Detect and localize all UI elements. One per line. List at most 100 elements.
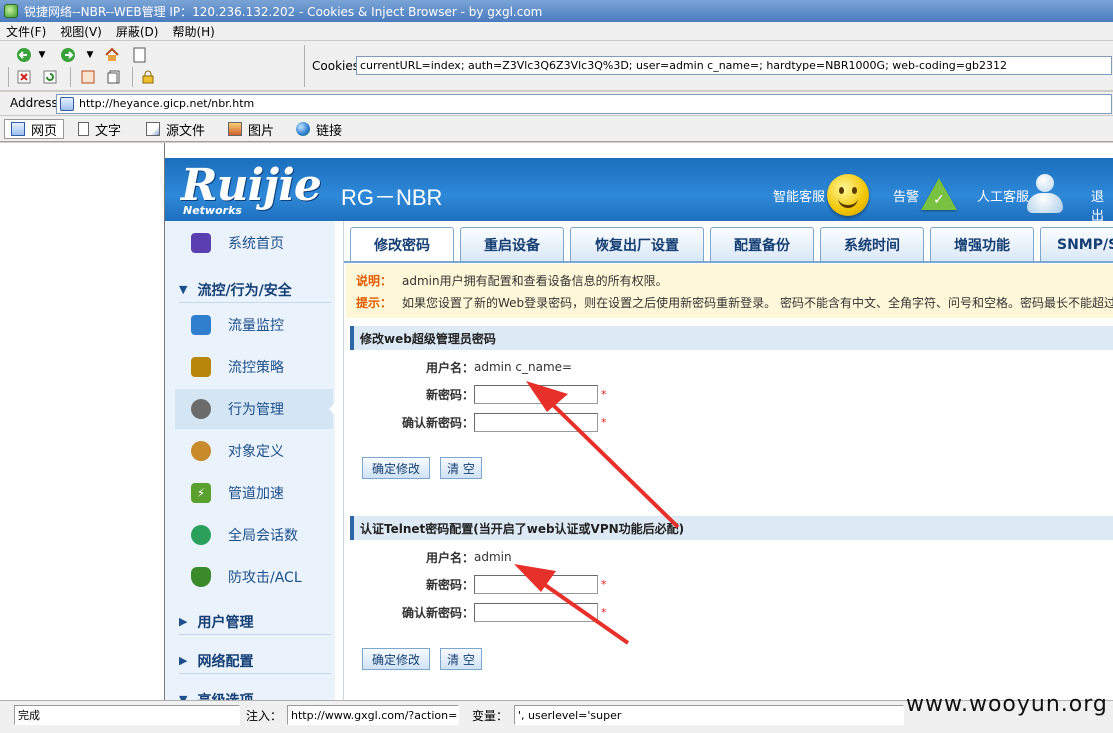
chat-icon (191, 525, 211, 545)
required-mark: * (601, 387, 607, 401)
nav-item-session[interactable]: 全局会话数 (175, 515, 333, 555)
back-dropdown-icon[interactable]: ▼ (34, 47, 50, 63)
menu-view[interactable]: 视图(V) (60, 23, 102, 40)
nav-item-acl[interactable]: 防攻击/ACL (175, 557, 333, 597)
required-mark: * (601, 605, 607, 619)
page-icon[interactable] (132, 47, 148, 63)
address-label: Address: (10, 96, 62, 110)
note-label: 说明： (356, 274, 393, 288)
telnet-confirm-button[interactable]: 确定修改 (362, 648, 430, 670)
tab-snmp[interactable]: SNMP/S (1040, 227, 1113, 261)
menu-file[interactable]: 文件(F) (6, 23, 46, 40)
tab-reboot[interactable]: 重启设备 (460, 227, 564, 261)
forward-dropdown-icon[interactable]: ▼ (82, 47, 98, 63)
back-icon[interactable] (16, 47, 32, 63)
view-tab-webpage[interactable]: 网页 (4, 119, 65, 139)
nav-group-label: 网络配置 (197, 653, 254, 670)
nav-group-flow[interactable]: ▼ 流控/行为/安全 (179, 277, 331, 303)
menu-help[interactable]: 帮助(H) (172, 23, 214, 40)
behavior-icon (191, 399, 211, 419)
app-icon (4, 4, 18, 18)
link-icon (296, 122, 310, 136)
webpage-icon (11, 122, 25, 136)
nav-item-home[interactable]: 系统首页 (175, 223, 333, 263)
view-tab-image[interactable]: 图片 (222, 119, 280, 139)
alarm-link[interactable]: 告警 (893, 186, 919, 205)
nav-item-traffic[interactable]: 流量监控 (175, 305, 333, 345)
inject-input[interactable]: http://www.gxgl.com/?action=show (287, 705, 459, 725)
product-name: RG－NBR (341, 185, 443, 210)
home-icon[interactable] (104, 47, 120, 63)
ruijie-logo-sub: Networks (183, 204, 242, 217)
left-blank-panel (0, 143, 165, 700)
new-password-input[interactable] (474, 384, 598, 404)
nav-item-label: 管道加速 (228, 486, 284, 502)
expanded-arrow-icon: ▼ (179, 283, 188, 296)
new-password-label: 新密码： (425, 387, 474, 402)
nav-item-label: 对象定义 (228, 444, 284, 460)
copy-icon[interactable] (80, 69, 96, 85)
web-confirm-password-row: 确认新密码： * (344, 412, 607, 432)
nav-group-users[interactable]: ▶ 用户管理 (179, 609, 331, 635)
webview: Ruijie Networks RG－NBR 智能客服 告警 ✓ 人工客服 退出… (165, 143, 1113, 700)
stop-icon[interactable] (16, 69, 32, 85)
lock-icon[interactable] (140, 69, 156, 85)
address-input[interactable]: http://heyance.gicp.net/nbr.htm (56, 94, 1112, 114)
confirm-password-label: 确认新密码： (401, 605, 474, 620)
required-mark: * (601, 577, 607, 591)
nav-item-behavior[interactable]: 行为管理 (175, 389, 333, 429)
tab-change-password[interactable]: 修改密码 (350, 227, 454, 262)
script-icon[interactable] (106, 69, 122, 85)
nav-item-policy[interactable]: 流控策略 (175, 347, 333, 387)
lightning-icon: ⚡ (191, 483, 211, 503)
view-tab-source[interactable]: 源文件 (140, 119, 211, 139)
nav-item-pipe[interactable]: ⚡ 管道加速 (175, 473, 333, 513)
web-confirm-button[interactable]: 确定修改 (362, 457, 430, 479)
smiley-icon[interactable] (827, 174, 869, 216)
side-nav: 系统首页 ▼ 流控/行为/安全 流量监控 流控策略 行为管理 对象定义 ⚡ 管道… (165, 221, 335, 700)
tab-config-backup[interactable]: 配置备份 (710, 227, 814, 261)
check-icon: ✓ (933, 192, 945, 208)
web-password-section-title: 修改web超级管理员密码 (350, 326, 1113, 350)
person-icon[interactable] (1027, 174, 1063, 216)
status-text: 完成 (14, 705, 240, 725)
view-tabs: 网页 文字 源文件 图片 链接 (0, 116, 1113, 142)
nav-item-object[interactable]: 对象定义 (175, 431, 333, 471)
forward-icon[interactable] (60, 47, 76, 63)
text-icon (78, 122, 89, 136)
tab-system-time[interactable]: 系统时间 (820, 227, 924, 261)
username-value: admin c_name= (474, 360, 573, 374)
variable-input[interactable]: ', userlevel='super (514, 705, 904, 725)
web-clear-button[interactable]: 清 空 (440, 457, 482, 479)
web-new-password-row: 新密码： * (344, 384, 607, 404)
logout-link[interactable]: 退出 (1091, 186, 1113, 224)
refresh-icon[interactable] (42, 69, 58, 85)
telnet-clear-button[interactable]: 清 空 (440, 648, 482, 670)
chart-icon (191, 315, 211, 335)
cookies-input[interactable]: currentURL=index; auth=Z3Vlc3Q6Z3Vlc3Q%3… (356, 56, 1112, 75)
policy-icon (191, 357, 211, 377)
telnet-confirm-password-row: 确认新密码： * (344, 602, 607, 622)
image-icon (228, 122, 242, 136)
confirm-password-input[interactable] (474, 412, 598, 432)
view-tab-text[interactable]: 文字 (72, 119, 127, 139)
nav-item-label: 流控策略 (228, 360, 284, 376)
tab-factory-reset[interactable]: 恢复出厂设置 (570, 227, 704, 261)
username-value: admin (474, 550, 512, 564)
human-service-link[interactable]: 人工客服 (977, 186, 1029, 205)
source-icon (146, 122, 160, 136)
smart-service-link[interactable]: 智能客服 (773, 186, 825, 205)
menu-block[interactable]: 屏蔽(D) (116, 23, 159, 40)
collapsed-arrow-icon: ▶ (179, 615, 188, 628)
watermark: www.wooyun.org (906, 692, 1108, 717)
telnet-confirm-password-input[interactable] (474, 602, 598, 622)
window-title: 锐捷网络--NBR--WEB管理 IP：120.236.132.202 - Co… (24, 4, 543, 19)
nav-group-label: 用户管理 (197, 614, 254, 631)
nav-group-advanced[interactable]: ▼ 高级选项 (179, 687, 331, 701)
telnet-new-password-input[interactable] (474, 574, 598, 594)
confirm-password-label: 确认新密码： (401, 415, 474, 430)
note-text: admin用户拥有配置和查看设备信息的所有权限。 (402, 274, 668, 288)
nav-group-network[interactable]: ▶ 网络配置 (179, 648, 331, 674)
view-tab-link[interactable]: 链接 (290, 119, 348, 139)
tab-enhanced[interactable]: 增强功能 (930, 227, 1034, 261)
